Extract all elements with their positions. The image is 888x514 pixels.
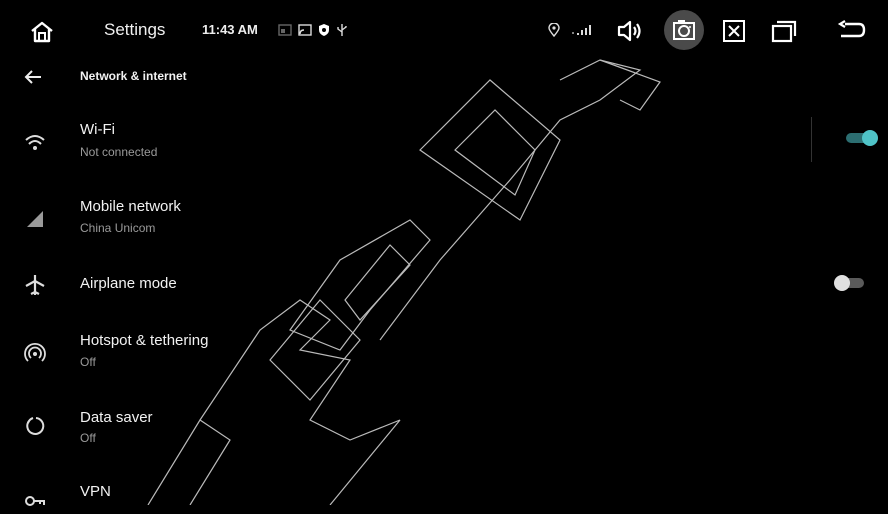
- list-item-mobile-network[interactable]: Mobile network China Unicom: [0, 184, 888, 254]
- item-title: Wi-Fi: [80, 121, 115, 138]
- data-saver-icon: [22, 413, 48, 439]
- item-title: Data saver: [80, 409, 153, 426]
- divider: [811, 117, 812, 162]
- item-title: Airplane mode: [80, 275, 177, 292]
- list-item-data-saver[interactable]: Data saver Off: [0, 400, 888, 470]
- status-bar: Settings 11:43 AM: [0, 0, 888, 60]
- item-subtitle: Off: [80, 431, 96, 445]
- vpn-key-icon: [22, 488, 48, 514]
- close-icon[interactable]: [716, 14, 752, 48]
- volume-icon[interactable]: [612, 14, 648, 48]
- page-title: Network & internet: [80, 69, 187, 83]
- back-icon[interactable]: [834, 14, 870, 48]
- app-title: Settings: [104, 20, 166, 39]
- hotspot-icon: [22, 340, 48, 366]
- item-subtitle: Not connected: [80, 145, 158, 159]
- airplane-icon: [22, 272, 48, 298]
- item-title: Mobile network: [80, 198, 181, 215]
- camera-icon[interactable]: [664, 10, 704, 50]
- shield-icon: [316, 22, 332, 38]
- wifi-toggle[interactable]: [844, 130, 878, 146]
- wifi-icon: [22, 130, 48, 156]
- status-clock: 11:43 AM: [202, 22, 258, 37]
- usb-icon: [334, 22, 350, 38]
- cell-signal-icon: [22, 206, 48, 232]
- airplane-mode-toggle[interactable]: [834, 275, 868, 291]
- screen-mirror-icon: [297, 22, 313, 38]
- cast-icon: [277, 22, 293, 38]
- page-header: Network & internet: [0, 62, 888, 90]
- list-item-hotspot[interactable]: Hotspot & tethering Off: [0, 322, 888, 392]
- signal-icon: [570, 22, 594, 38]
- item-subtitle: Off: [80, 355, 96, 369]
- item-title: VPN: [80, 483, 111, 500]
- list-item-vpn[interactable]: VPN: [0, 474, 888, 506]
- item-title: Hotspot & tethering: [80, 332, 209, 349]
- recent-apps-icon[interactable]: [766, 14, 802, 48]
- location-icon: [546, 22, 562, 38]
- arrow-left-icon[interactable]: [22, 66, 44, 88]
- home-icon[interactable]: [22, 12, 62, 52]
- list-item-wifi[interactable]: Wi-Fi Not connected: [0, 106, 888, 176]
- item-subtitle: China Unicom: [80, 221, 156, 235]
